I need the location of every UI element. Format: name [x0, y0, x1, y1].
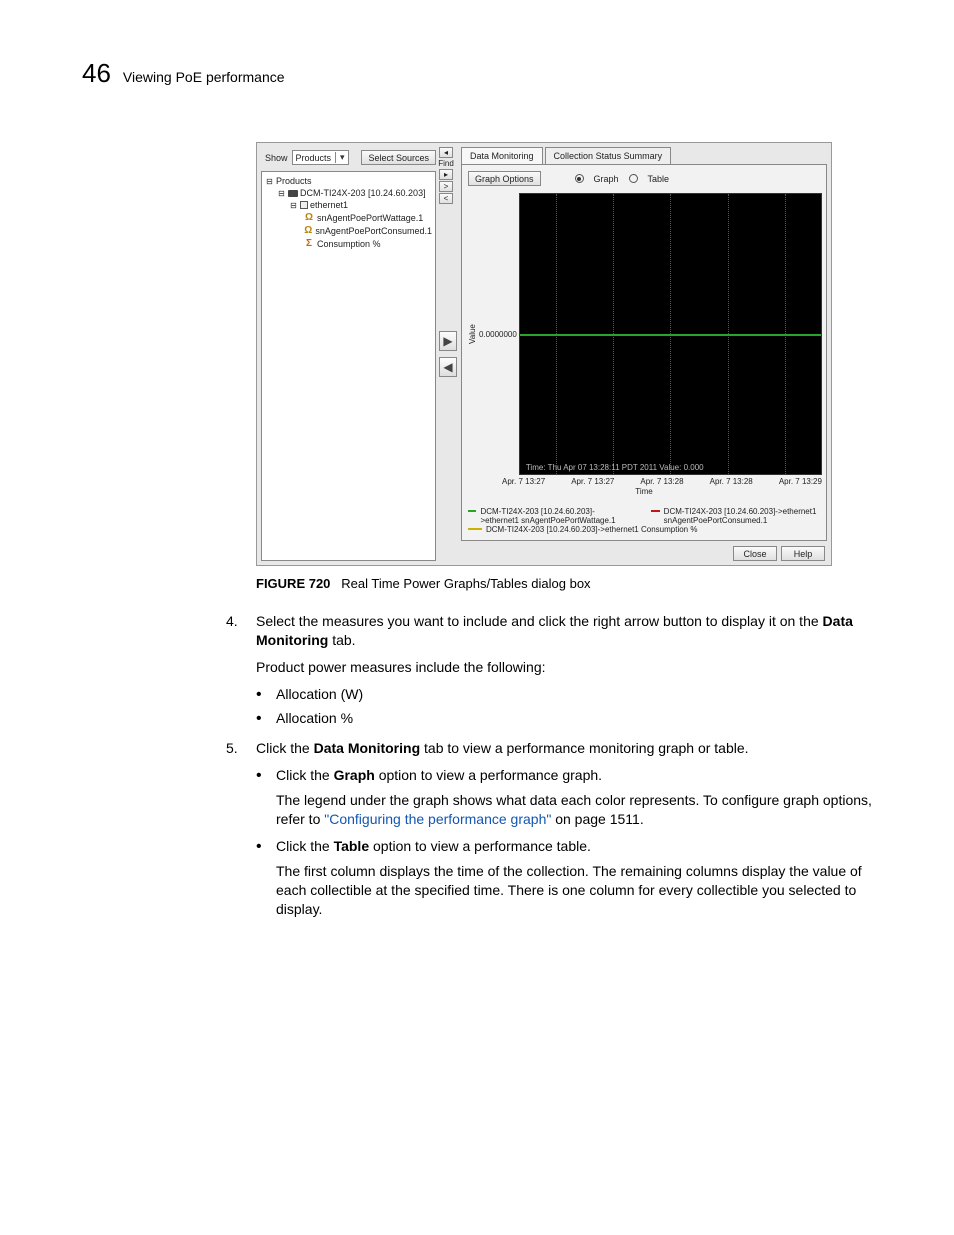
text: tab. [328, 632, 355, 648]
step-number: 5. [226, 739, 244, 758]
text: on page 1511. [551, 811, 643, 827]
radio-graph-label: Graph [594, 174, 619, 184]
legend-swatch-icon [468, 528, 482, 530]
collapse-icon[interactable]: ⊟ [265, 177, 274, 186]
monitor-panel: Data Monitoring Collection Status Summar… [461, 147, 827, 541]
bullet-icon [256, 766, 262, 785]
show-combo-value: Products [296, 153, 332, 163]
figure-caption-text: Real Time Power Graphs/Tables dialog box [341, 576, 590, 591]
legend-swatch-icon [468, 510, 476, 512]
sigma-icon: Σ [303, 238, 315, 249]
figure-caption: FIGURE 720 Real Time Power Graphs/Tables… [256, 576, 832, 591]
close-button[interactable]: Close [733, 546, 777, 561]
chart-xticks: Apr. 7 13:27 Apr. 7 13:27 Apr. 7 13:28 A… [466, 477, 822, 486]
chart-plot: Time: Thu Apr 07 13:28:11 PDT 2011 Value… [519, 193, 822, 475]
show-label: Show [265, 153, 288, 163]
omega-icon: Ω [303, 225, 313, 236]
chart-xlabel: Time [466, 487, 822, 496]
page-header: 46 Viewing PoE performance [82, 58, 285, 89]
chart-ylabel: Value [466, 193, 479, 475]
source-panel: Show Products ▾ Select Sources ⊟Products… [261, 147, 436, 561]
source-tree[interactable]: ⊟Products ⊟DCM-TI24X-203 [10.24.60.203] … [261, 171, 436, 561]
legend-label: DCM-TI24X-203 [10.24.60.203]->ethernet1 … [486, 525, 697, 534]
chart-legend: DCM-TI24X-203 [10.24.60.203]->ethernet1 … [466, 505, 822, 536]
step-number: 4. [226, 612, 244, 650]
add-right-button[interactable]: ▶ [439, 331, 457, 351]
figure-label: FIGURE 720 [256, 576, 330, 591]
collapse-icon[interactable]: ⊟ [289, 201, 298, 210]
tab-body: Graph Options Graph Table Value 0.000000… [461, 164, 827, 541]
step-text: Click the Data Monitoring tab to view a … [256, 739, 749, 758]
cross-reference-link[interactable]: "Configuring the performance graph" [324, 811, 551, 827]
collapse-icon[interactable]: ⊟ [277, 189, 286, 198]
select-sources-button[interactable]: Select Sources [361, 150, 436, 165]
step-text: Select the measures you want to include … [256, 612, 872, 650]
tab-collection-status[interactable]: Collection Status Summary [545, 147, 672, 164]
chart-tooltip: Time: Thu Apr 07 13:28:11 PDT 2011 Value… [526, 463, 704, 472]
xtick: Apr. 7 13:29 [779, 477, 822, 486]
tree-metric[interactable]: snAgentPoePortConsumed.1 [315, 226, 432, 236]
term-graph: Graph [334, 767, 375, 783]
tree-metric[interactable]: snAgentPoePortWattage.1 [317, 213, 423, 223]
bullet-icon [256, 685, 262, 704]
show-combo[interactable]: Products ▾ [292, 150, 349, 165]
help-button[interactable]: Help [781, 546, 825, 561]
text: option to view a performance table. [369, 838, 591, 854]
chart-ytick: 0.0000000 [479, 193, 519, 475]
device-icon [288, 190, 298, 197]
page-section-title: Viewing PoE performance [123, 69, 285, 85]
tree-root: Products [276, 176, 312, 186]
chart-series-line [520, 334, 821, 336]
bullet-icon [256, 709, 262, 728]
tree-metric[interactable]: Consumption % [317, 239, 381, 249]
find-up-button[interactable]: < [439, 193, 453, 204]
port-icon [300, 201, 308, 209]
sub-bullet-text: Click the Graph option to view a perform… [276, 766, 602, 785]
xtick: Apr. 7 13:27 [502, 477, 545, 486]
tab-bar: Data Monitoring Collection Status Summar… [461, 147, 827, 164]
paragraph: The legend under the graph shows what da… [276, 791, 872, 829]
text: Select the measures you want to include … [256, 613, 823, 629]
text: Click the [276, 838, 334, 854]
find-down-button[interactable]: > [439, 181, 453, 192]
find-label: Find [438, 159, 454, 168]
paragraph: The first column displays the time of th… [276, 862, 872, 919]
term-table: Table [334, 838, 370, 854]
paragraph: Product power measures include the follo… [256, 658, 872, 677]
bulle-text: Allocation % [276, 709, 353, 728]
chevron-down-icon: ▾ [335, 152, 345, 163]
radio-graph[interactable] [575, 174, 584, 183]
text: tab to view a performance monitoring gra… [420, 740, 748, 756]
bullet-text: Allocation (W) [276, 685, 363, 704]
tree-device: DCM-TI24X-203 [10.24.60.203] [300, 188, 426, 198]
figure: Show Products ▾ Select Sources ⊟Products… [256, 142, 832, 591]
bullet-icon [256, 837, 262, 856]
term-data-monitoring: Data Monitoring [314, 740, 421, 756]
xtick: Apr. 7 13:27 [571, 477, 614, 486]
omega-icon: Ω [303, 212, 315, 223]
tab-data-monitoring[interactable]: Data Monitoring [461, 147, 543, 164]
page-number: 46 [82, 58, 111, 89]
legend-swatch-icon [651, 510, 659, 512]
body-text: 4. Select the measures you want to inclu… [226, 612, 872, 929]
graph-options-button[interactable]: Graph Options [468, 171, 541, 186]
tree-port: ethernet1 [310, 200, 348, 210]
text: option to view a performance graph. [375, 767, 602, 783]
transfer-buttons: ▶ ◀ [439, 331, 457, 377]
remove-left-button[interactable]: ◀ [439, 357, 457, 377]
radio-table[interactable] [629, 174, 638, 183]
find-prev-button[interactable]: ◂ [439, 147, 453, 158]
text: Click the [276, 767, 334, 783]
find-next-button[interactable]: ▸ [439, 169, 453, 180]
legend-label: DCM-TI24X-203 [10.24.60.203]->ethernet1 … [480, 507, 631, 525]
xtick: Apr. 7 13:28 [710, 477, 753, 486]
xtick: Apr. 7 13:28 [640, 477, 683, 486]
chart: Value 0.0000000 Time: Thu Apr 07 13:28:1… [466, 193, 822, 496]
text: Click the [256, 740, 314, 756]
sub-bullet-text: Click the Table option to view a perform… [276, 837, 591, 856]
legend-label: DCM-TI24X-203 [10.24.60.203]->ethernet1 … [664, 507, 820, 525]
dialog-box: Show Products ▾ Select Sources ⊟Products… [256, 142, 832, 566]
radio-table-label: Table [648, 174, 670, 184]
